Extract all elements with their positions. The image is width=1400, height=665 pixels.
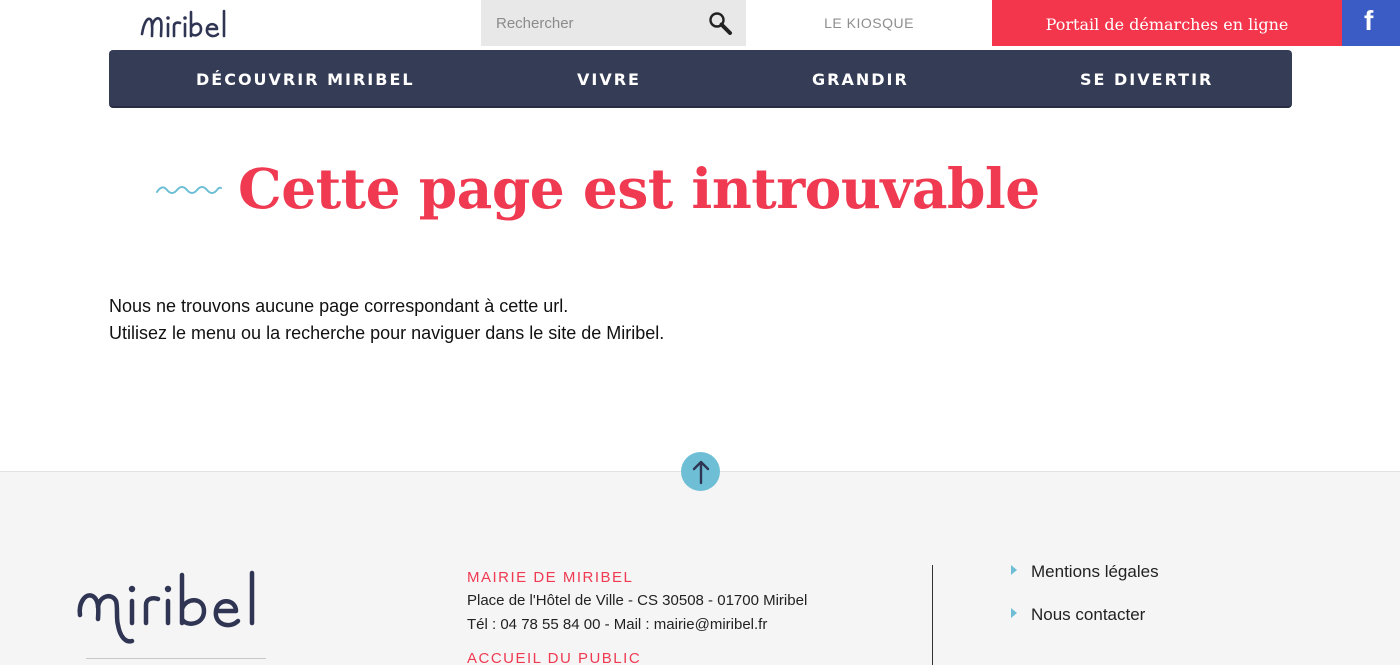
mairie-address: Place de l'Hôtel de Ville - CS 30508 - 0… [467, 592, 808, 609]
nous-contacter-label: Nous contacter [1031, 605, 1146, 624]
search-input[interactable] [481, 0, 706, 46]
triangle-right-icon [1011, 608, 1017, 618]
nav-item-se-divertir[interactable]: SE DIVERTIR [1080, 50, 1213, 108]
nous-contacter-link[interactable]: Nous contacter [1011, 605, 1145, 627]
nav-item-grandir[interactable]: GRANDIR [812, 50, 909, 108]
kiosque-link[interactable]: LE KIOSQUE [746, 0, 992, 46]
arrow-up-icon [692, 460, 710, 485]
wave-icon [156, 180, 222, 200]
error-message-line-1: Nous ne trouvons aucune page corresponda… [109, 296, 569, 316]
back-to-top-button[interactable] [681, 452, 720, 491]
mairie-contact: Tél : 04 78 55 84 00 - Mail : mairie@mir… [467, 616, 768, 633]
mentions-legales-label: Mentions légales [1031, 562, 1159, 581]
miribel-logo-icon [140, 9, 226, 38]
triangle-right-icon [1011, 565, 1017, 575]
miribel-footer-logo-icon [77, 570, 255, 644]
nav-item-vivre[interactable]: VIVRE [577, 50, 641, 108]
mairie-title: MAIRIE DE MIRIBEL [467, 569, 634, 586]
error-message-line-2: Utilisez le menu ou la recherche pour na… [109, 323, 665, 343]
nav-item-decouvrir[interactable]: DÉCOUVRIR MIRIBEL [196, 50, 415, 108]
footer-logo[interactable] [76, 567, 268, 649]
portail-demarches-button[interactable]: Portail de démarches en ligne [992, 0, 1342, 46]
footer-logo-divider [86, 658, 266, 659]
site-logo[interactable] [140, 8, 232, 44]
search-button[interactable] [706, 0, 746, 46]
main-nav: DÉCOUVRIR MIRIBEL VIVRE GRANDIR SE DIVER… [109, 50, 1292, 108]
mentions-legales-link[interactable]: Mentions légales [1011, 562, 1159, 584]
top-bar: LE KIOSQUE Portail de démarches en ligne… [0, 0, 1400, 46]
facebook-link[interactable]: f [1342, 0, 1400, 46]
facebook-icon: f [1364, 5, 1374, 36]
footer-divider [932, 565, 933, 665]
search-icon [709, 12, 732, 35]
page-title: Cette page est introuvable [238, 156, 1040, 221]
accueil-public-title: ACCUEIL DU PUBLIC [467, 650, 642, 665]
